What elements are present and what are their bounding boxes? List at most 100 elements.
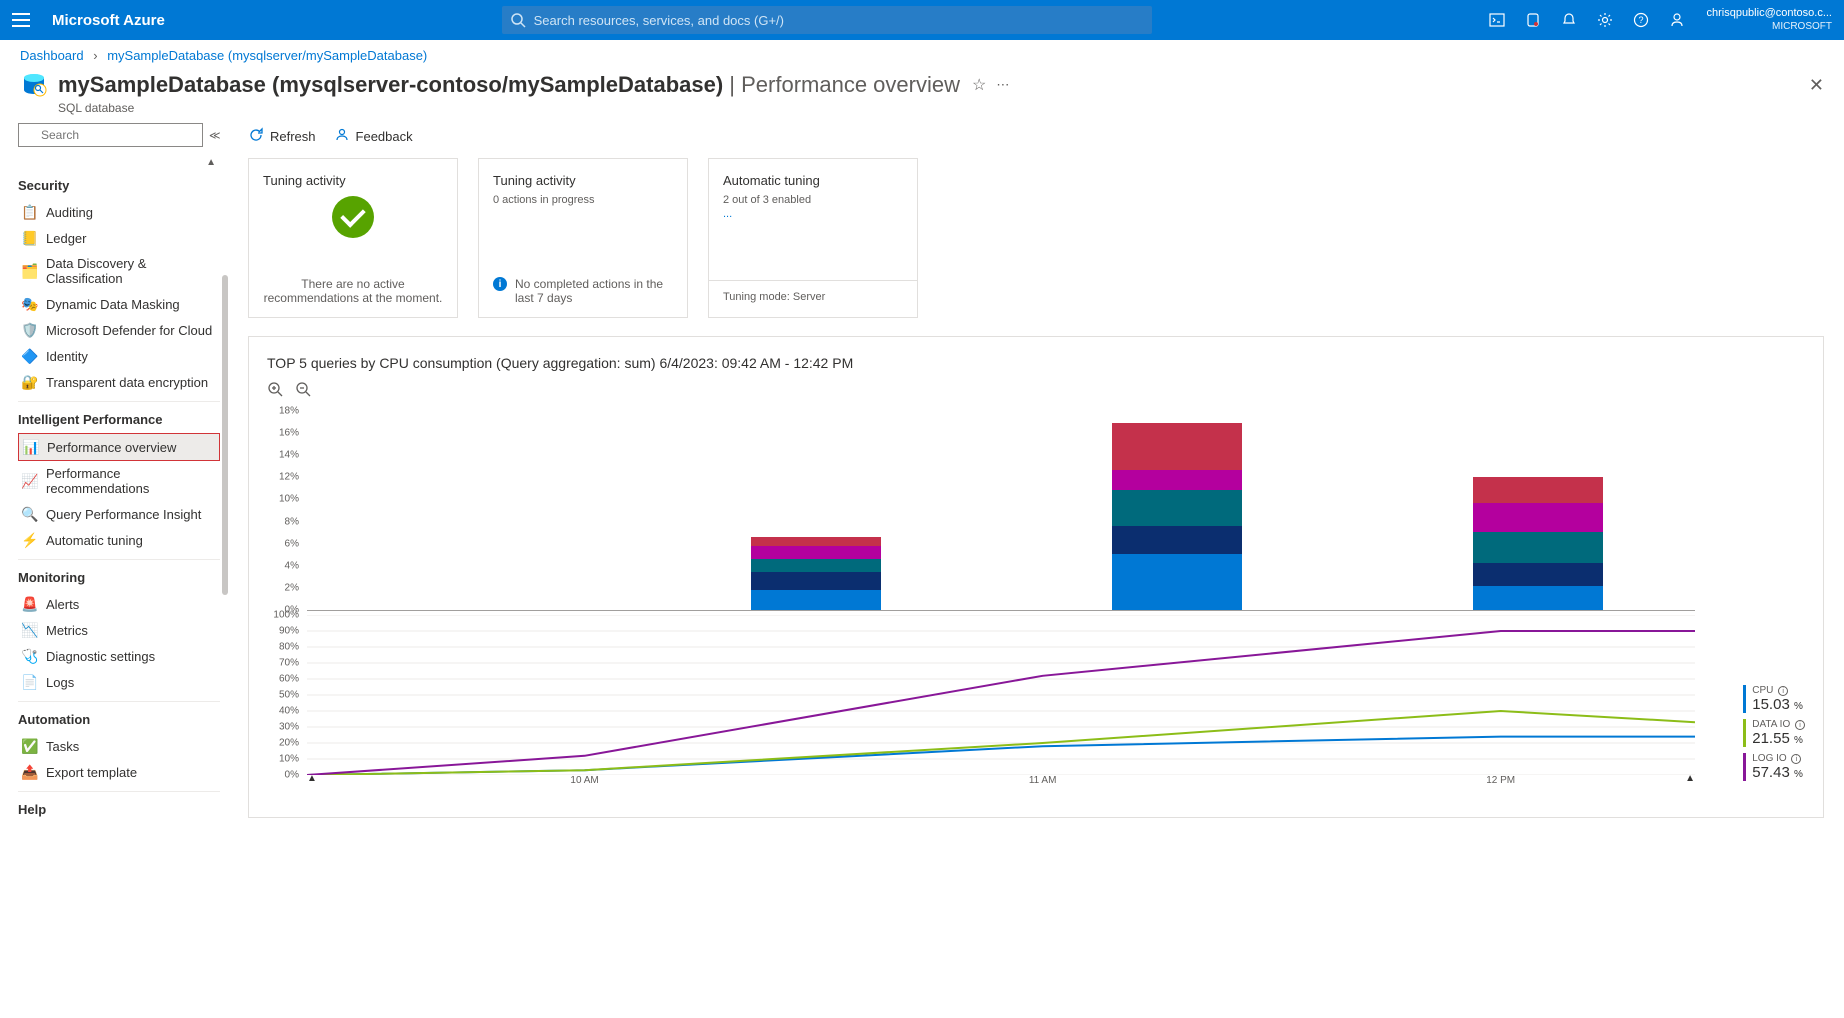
- bar-chart[interactable]: 0%2%4%6%8%10%12%14%16%18%: [307, 411, 1695, 611]
- metrics-icon: 📉: [22, 622, 38, 638]
- auditing-icon: 📋: [22, 204, 38, 220]
- topbar-icons: ?: [1488, 11, 1686, 29]
- azure-topbar: Microsoft Azure ? chrisqpublic@contoso.c…: [0, 0, 1844, 40]
- sidebar: ≪ ▲ Security 📋Auditing 📒Ledger 🗂️Data Di…: [0, 115, 228, 1018]
- feedback-person-icon: [334, 127, 350, 146]
- content-toolbar: Refresh Feedback: [248, 123, 1824, 158]
- defender-icon: 🛡️: [22, 322, 38, 338]
- refresh-icon: [248, 127, 264, 146]
- more-icon[interactable]: ⋯: [996, 77, 1009, 93]
- sidebar-item-metrics[interactable]: 📉Metrics: [18, 617, 220, 643]
- sidebar-item-dynamic-masking[interactable]: 🎭Dynamic Data Masking: [18, 291, 220, 317]
- export-icon: 📤: [22, 764, 38, 780]
- chart-legend: CPU i 15.03 % DATA IO i 21.55 % LOG IO i…: [1743, 685, 1805, 787]
- sidebar-search-input[interactable]: [18, 123, 203, 147]
- sidebar-item-tasks[interactable]: ✅Tasks: [18, 733, 220, 759]
- section-intelligent: Intelligent Performance: [18, 412, 220, 427]
- settings-icon[interactable]: [1596, 11, 1614, 29]
- legend-cpu: CPU i 15.03 %: [1743, 685, 1805, 713]
- sidebar-item-performance-overview[interactable]: 📊Performance overview: [18, 433, 220, 461]
- diagnostic-icon: 🩺: [22, 648, 38, 664]
- resource-type: SQL database: [0, 101, 1844, 115]
- legend-dataio: DATA IO i 21.55 %: [1743, 719, 1805, 747]
- chart-title: TOP 5 queries by CPU consumption (Query …: [267, 355, 1805, 371]
- encryption-icon: 🔐: [22, 374, 38, 390]
- perf-recs-icon: 📈: [22, 473, 38, 489]
- refresh-button[interactable]: Refresh: [248, 127, 316, 146]
- search-icon: [510, 12, 526, 31]
- info-icon[interactable]: i: [1791, 754, 1801, 764]
- identity-icon: 🔷: [22, 348, 38, 364]
- auto-tuning-details-link[interactable]: ...: [723, 208, 903, 220]
- card-tuning-activity-recs[interactable]: Tuning activity There are no active reco…: [248, 158, 458, 318]
- sidebar-item-automatic-tuning[interactable]: ⚡Automatic tuning: [18, 527, 220, 553]
- hamburger-menu[interactable]: [12, 8, 36, 32]
- card-tuning-activity-actions[interactable]: Tuning activity 0 actions in progress i …: [478, 158, 688, 318]
- page-name: Performance overview: [741, 72, 960, 97]
- account-tenant: MICROSOFT: [1706, 21, 1832, 33]
- breadcrumb: Dashboard › mySampleDatabase (mysqlserve…: [0, 40, 1844, 67]
- range-start-marker[interactable]: ▲: [307, 773, 317, 784]
- perf-overview-icon: 📊: [23, 439, 39, 455]
- collapse-sidebar-icon[interactable]: ≪: [209, 129, 221, 142]
- feedback-icon[interactable]: [1668, 11, 1686, 29]
- copilot-icon[interactable]: [1524, 11, 1542, 29]
- sql-database-icon: [20, 71, 48, 99]
- sidebar-item-ledger[interactable]: 📒Ledger: [18, 225, 220, 251]
- sidebar-item-alerts[interactable]: 🚨Alerts: [18, 591, 220, 617]
- sidebar-item-performance-recs[interactable]: 📈Performance recommendations: [18, 461, 220, 501]
- content-area: Refresh Feedback Tuning activity There a…: [228, 115, 1844, 1018]
- favorite-icon[interactable]: ☆: [972, 75, 986, 95]
- breadcrumb-current[interactable]: mySampleDatabase (mysqlserver/mySampleDa…: [107, 48, 427, 63]
- zoom-out-icon[interactable]: [295, 381, 313, 399]
- svg-text:?: ?: [1639, 15, 1644, 25]
- check-icon: [332, 196, 374, 238]
- sidebar-item-export-template[interactable]: 📤Export template: [18, 759, 220, 785]
- section-help: Help: [18, 802, 220, 817]
- help-icon[interactable]: ?: [1632, 11, 1650, 29]
- info-icon[interactable]: i: [1795, 720, 1805, 730]
- sidebar-item-defender[interactable]: 🛡️Microsoft Defender for Cloud: [18, 317, 220, 343]
- global-search-wrap: [502, 6, 1152, 34]
- account-menu[interactable]: chrisqpublic@contoso.c... MICROSOFT: [1706, 7, 1832, 32]
- zoom-in-icon[interactable]: [267, 381, 285, 399]
- ledger-icon: 📒: [22, 230, 38, 246]
- sidebar-item-identity[interactable]: 🔷Identity: [18, 343, 220, 369]
- breadcrumb-root[interactable]: Dashboard: [20, 48, 84, 63]
- sidebar-item-query-insight[interactable]: 🔍Query Performance Insight: [18, 501, 220, 527]
- feedback-button[interactable]: Feedback: [334, 127, 413, 146]
- scroll-up-icon[interactable]: ▲: [18, 157, 220, 168]
- page-title: mySampleDatabase (mysqlserver-contoso/my…: [58, 72, 960, 98]
- range-end-marker[interactable]: ▲: [1685, 773, 1695, 784]
- chart-container: TOP 5 queries by CPU consumption (Query …: [248, 336, 1824, 818]
- notifications-icon[interactable]: [1560, 11, 1578, 29]
- sidebar-item-data-discovery[interactable]: 🗂️Data Discovery & Classification: [18, 251, 220, 291]
- info-icon[interactable]: i: [1778, 686, 1788, 696]
- resource-name: mySampleDatabase (mysqlserver-contoso/my…: [58, 72, 723, 97]
- info-icon: i: [493, 277, 507, 291]
- sidebar-item-auditing[interactable]: 📋Auditing: [18, 199, 220, 225]
- cloud-shell-icon[interactable]: [1488, 11, 1506, 29]
- logs-icon: 📄: [22, 674, 38, 690]
- section-automation: Automation: [18, 712, 220, 727]
- card-automatic-tuning[interactable]: Automatic tuning 2 out of 3 enabled ... …: [708, 158, 918, 318]
- auto-tuning-icon: ⚡: [22, 532, 38, 548]
- chevron-right-icon: ›: [93, 48, 97, 63]
- section-monitoring: Monitoring: [18, 570, 220, 585]
- line-chart[interactable]: 0%10%20%30%40%50%60%70%80%90%100%: [307, 615, 1695, 775]
- brand-label: Microsoft Azure: [52, 12, 165, 29]
- sidebar-item-tde[interactable]: 🔐Transparent data encryption: [18, 369, 220, 395]
- page-title-row: mySampleDatabase (mysqlserver-contoso/my…: [0, 67, 1844, 101]
- sidebar-item-diagnostic[interactable]: 🩺Diagnostic settings: [18, 643, 220, 669]
- query-insight-icon: 🔍: [22, 506, 38, 522]
- account-email: chrisqpublic@contoso.c...: [1706, 7, 1832, 20]
- section-security: Security: [18, 178, 220, 193]
- chart-xaxis: ▲ 10 AM 11 AM 12 PM ▲: [307, 775, 1695, 799]
- masking-icon: 🎭: [22, 296, 38, 312]
- close-icon[interactable]: ✕: [1809, 75, 1824, 96]
- tasks-icon: ✅: [22, 738, 38, 754]
- discovery-icon: 🗂️: [22, 263, 38, 279]
- global-search-input[interactable]: [502, 6, 1152, 34]
- sidebar-item-logs[interactable]: 📄Logs: [18, 669, 220, 695]
- legend-logio: LOG IO i 57.43 %: [1743, 753, 1805, 781]
